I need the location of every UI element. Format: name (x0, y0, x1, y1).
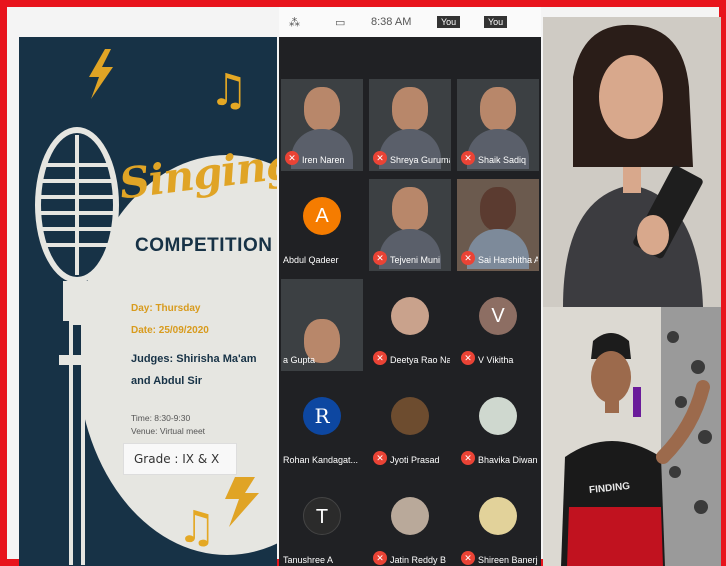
participant-name: Shreya Guruma... (390, 155, 450, 165)
participant-name: Deetya Rao Nadi... (390, 355, 450, 365)
participant-name: Rohan Kandagat... (283, 455, 359, 465)
participant-tile[interactable]: ✕ Iren Naren (281, 79, 363, 171)
participant-name: Tanushree A (283, 555, 334, 565)
participant-name: a Gupta (283, 355, 316, 365)
participant-tile[interactable]: a Gupta (281, 279, 363, 371)
mic-off-icon: ✕ (461, 551, 475, 565)
participant-name: Shireen Banerjee (478, 555, 538, 565)
participant-tile[interactable]: T Tanushree A (281, 479, 363, 566)
mic-off-icon: ✕ (373, 251, 387, 265)
participant-tile[interactable]: ✕ Jyoti Prasad (369, 379, 451, 471)
participant-name: Jatin Reddy B (390, 555, 447, 565)
participant-tile[interactable]: ✕ Tejveni Muni (369, 179, 451, 271)
participant-tile[interactable]: ✕ Sai Harshitha Ak... (457, 179, 539, 271)
music-note-icon: ♫ (177, 502, 217, 553)
poster-time: Time: 8:30-9:30 (131, 413, 191, 423)
participant-name: Shaik Sadiq (478, 155, 527, 165)
mic-off-icon: ✕ (373, 551, 387, 565)
video-call-grid: ⁂ ▭ 8:38 AM You You ✕ Iren Naren ✕ Shrey… (279, 7, 541, 566)
mic-off-icon: ✕ (461, 451, 475, 465)
participant-avatar: V (479, 297, 517, 335)
mic-off-icon: ✕ (461, 351, 475, 365)
participant-tile[interactable]: R Rohan Kandagat... (281, 379, 363, 471)
singer-video-girl (543, 17, 721, 307)
mic-off-icon: ✕ (373, 151, 387, 165)
competition-poster: ♫ Singing COMPETITION Day: Thursday Date… (19, 37, 277, 566)
poster-judges-line1: Judges: Shirisha Ma'am (131, 353, 257, 365)
lightning-bolt-icon (225, 477, 259, 527)
poster-grade-box: Grade : IX & X (123, 443, 237, 475)
poster-title-main: COMPETITION (135, 235, 273, 256)
participant-video (392, 87, 428, 131)
mic-off-icon: ✕ (461, 251, 475, 265)
participant-tile[interactable]: ✕ Jatin Reddy B (369, 479, 451, 566)
participant-name: Iren Naren (302, 155, 345, 165)
participant-avatar: R (303, 397, 341, 435)
participant-tile[interactable]: V ✕ V Vikitha (457, 279, 539, 371)
vintage-microphone-icon (35, 127, 119, 565)
participant-avatar (391, 497, 429, 535)
mic-off-icon: ✕ (285, 151, 299, 165)
participant-avatar: A (303, 197, 341, 235)
participant-tile[interactable]: ✕ Shaik Sadiq (457, 79, 539, 171)
participant-avatar (479, 497, 517, 535)
signal-icon: ⁂ (289, 17, 300, 29)
participant-avatar (391, 297, 429, 335)
singer-boy-figure (543, 307, 721, 566)
participant-tile[interactable]: ✕ Deetya Rao Nadi... (369, 279, 451, 371)
participant-avatar: T (303, 497, 341, 535)
self-preview-label-2: You (484, 16, 508, 28)
participant-tile[interactable]: ✕ Bhavika Diwan (457, 379, 539, 471)
participant-name: Sai Harshitha Ak... (478, 255, 538, 265)
participant-name: Tejveni Muni (390, 255, 441, 265)
poster-judges-line2: and Abdul Sir (131, 375, 203, 387)
singer-video-boy: FINDING (543, 307, 721, 566)
participant-video (392, 187, 428, 231)
status-time: 8:38 AM (371, 16, 412, 28)
battery-icon: ▭ (335, 17, 346, 29)
participant-name: V Vikitha (478, 355, 514, 365)
lightning-bolt-icon (89, 49, 113, 99)
self-preview-label: You (437, 16, 461, 28)
participant-video (480, 187, 516, 231)
participant-video (304, 87, 340, 131)
participant-tile[interactable]: A Abdul Qadeer (281, 179, 363, 271)
singer-girl-figure (543, 17, 721, 307)
collage-frame: ♫ Singing COMPETITION Day: Thursday Date… (0, 0, 726, 566)
mic-off-icon: ✕ (373, 351, 387, 365)
participant-tile[interactable]: ✕ Shreya Guruma... (369, 79, 451, 171)
music-note-icon: ♫ (209, 65, 249, 116)
participant-avatar (479, 397, 517, 435)
participant-tile[interactable]: ✕ Shireen Banerjee (457, 479, 539, 566)
participant-avatar (391, 397, 429, 435)
mic-off-icon: ✕ (373, 451, 387, 465)
mic-off-icon: ✕ (461, 151, 475, 165)
participant-name: Bhavika Diwan (478, 455, 538, 465)
poster-venue: Venue: Virtual meet (131, 426, 206, 436)
phone-status-bar: ⁂ ▭ 8:38 AM You You (279, 7, 541, 37)
poster-day: Day: Thursday (131, 303, 201, 314)
poster-date: Date: 25/09/2020 (131, 325, 209, 336)
participant-name: Jyoti Prasad (390, 455, 440, 465)
participant-name: Abdul Qadeer (283, 255, 339, 265)
participant-video (480, 87, 516, 131)
